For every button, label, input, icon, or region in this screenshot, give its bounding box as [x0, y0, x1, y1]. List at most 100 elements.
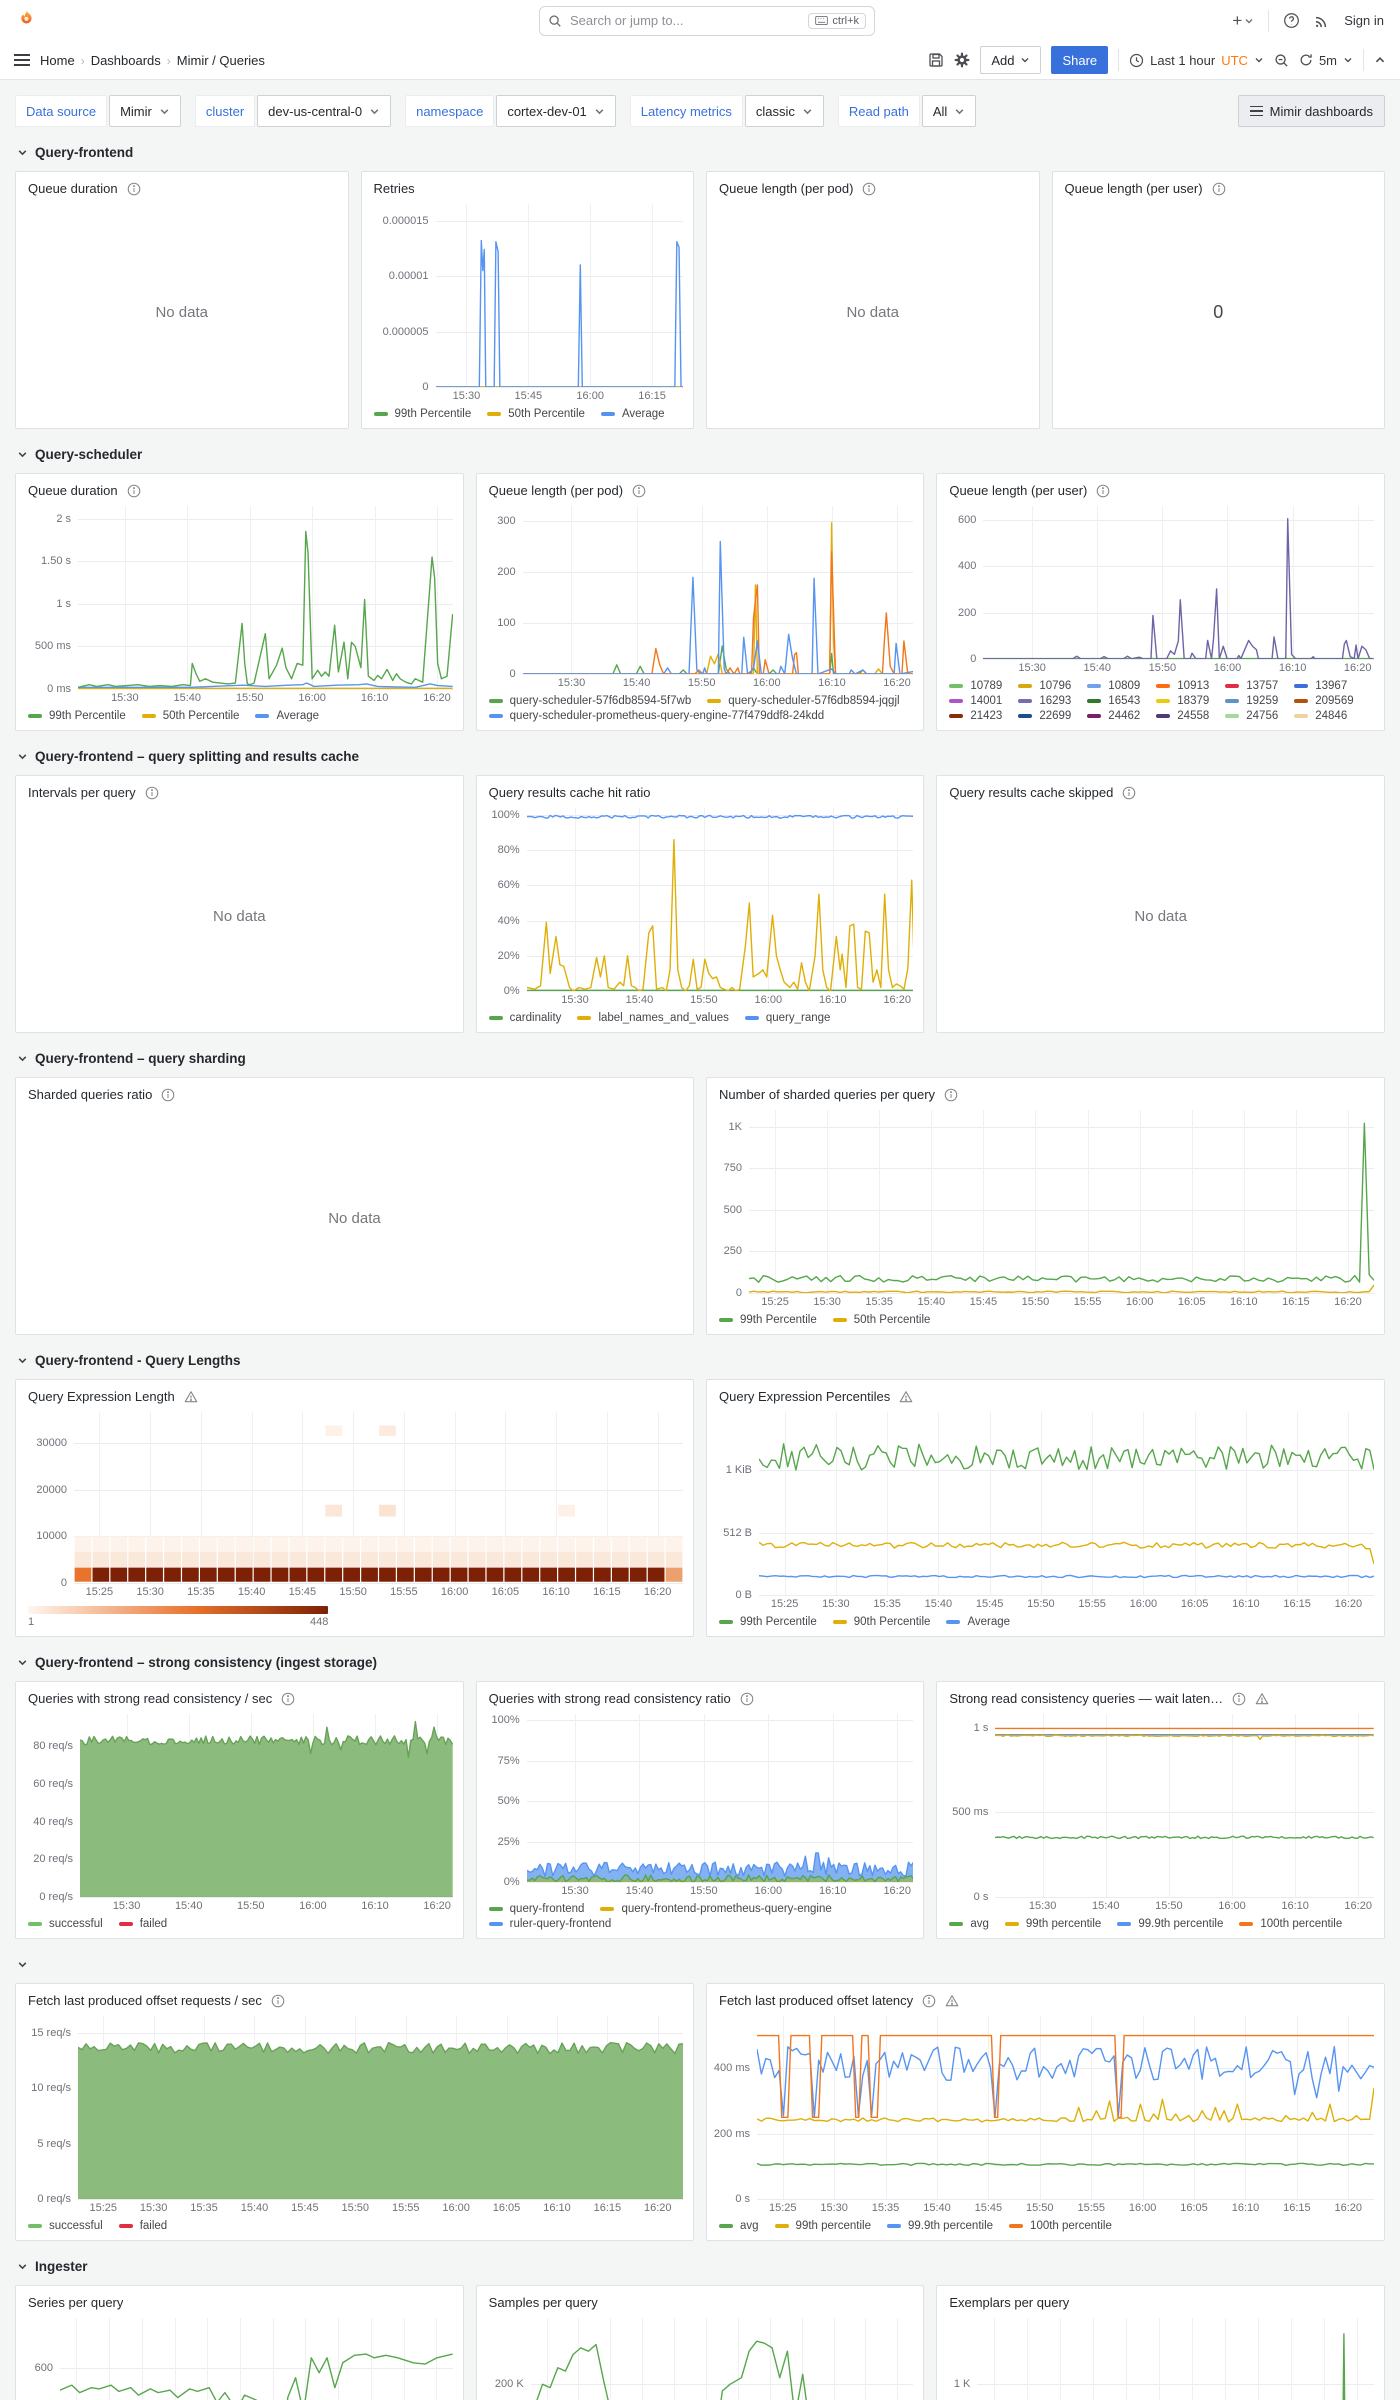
section-toggle[interactable]: Query-frontend – query splitting and res…	[17, 745, 1385, 767]
legend-item[interactable]: query-frontend	[488, 1903, 584, 1915]
panel-header[interactable]: Sharded queries ratio	[16, 1078, 693, 1106]
warning-icon[interactable]	[899, 1390, 913, 1404]
plot-area[interactable]	[522, 506, 914, 675]
info-icon[interactable]	[145, 786, 159, 800]
plot-area[interactable]	[80, 1714, 453, 1898]
legend-item[interactable]: 99th percentile	[1004, 1918, 1101, 1930]
panel-header[interactable]: Queue length (per user)	[1053, 172, 1385, 200]
legend-item[interactable]: ruler-query-frontend	[488, 1918, 611, 1930]
info-icon[interactable]	[1232, 1692, 1246, 1706]
info-icon[interactable]	[740, 1692, 754, 1706]
info-icon[interactable]	[922, 1994, 936, 2008]
time-range-picker[interactable]: Last 1 hour UTC	[1129, 53, 1264, 68]
legend-item[interactable]: successful	[28, 2220, 103, 2232]
plot-area[interactable]	[759, 1412, 1374, 1596]
info-icon[interactable]	[862, 182, 876, 196]
section-toggle[interactable]: Query-frontend	[17, 141, 1385, 163]
panel-header[interactable]: Retries	[362, 172, 694, 200]
legend-item[interactable]: 16293	[1018, 695, 1071, 707]
panel-header[interactable]: Fetch last produced offset requests / se…	[16, 1984, 693, 2012]
mimir-dashboards-button[interactable]: Mimir dashboards	[1237, 95, 1385, 127]
sign-in-button[interactable]: Sign in	[1344, 13, 1384, 28]
variable-label[interactable]: cluster	[194, 95, 256, 127]
panel-header[interactable]: Query results cache hit ratio	[477, 776, 924, 804]
variable-label[interactable]: Latency metrics	[629, 95, 743, 127]
legend-item[interactable]: 21423	[949, 710, 1002, 722]
legend-item[interactable]: query-scheduler-prometheus-query-engine-…	[488, 710, 824, 722]
info-icon[interactable]	[1212, 182, 1226, 196]
panel-header[interactable]: Series per query	[16, 2286, 463, 2314]
legend-item[interactable]: Average	[600, 408, 665, 420]
legend-item[interactable]: 10913	[1156, 680, 1209, 692]
zoom-out-icon[interactable]	[1274, 53, 1289, 68]
save-dashboard-icon[interactable]	[928, 52, 944, 68]
panel-header[interactable]: Queries with strong read consistency rat…	[477, 1682, 924, 1710]
panel-header[interactable]: Strong read consistency queries — wait l…	[937, 1682, 1384, 1710]
legend-item[interactable]: 10809	[1087, 680, 1140, 692]
warning-icon[interactable]	[1255, 1692, 1269, 1706]
plot-area[interactable]	[977, 2318, 1374, 2400]
settings-gear-icon[interactable]	[954, 52, 970, 68]
panel-header[interactable]: Exemplars per query	[937, 2286, 1384, 2314]
legend-item[interactable]: avg	[719, 2220, 759, 2232]
legend-item[interactable]: label_names_and_values	[577, 1012, 729, 1024]
info-icon[interactable]	[161, 1088, 175, 1102]
legend-item[interactable]: avg	[949, 1918, 989, 1930]
panel-header[interactable]: Number of sharded queries per query	[707, 1078, 1384, 1106]
variable-label[interactable]: Data source	[15, 95, 108, 127]
add-panel-button[interactable]: Add	[980, 46, 1042, 74]
legend-item[interactable]: 18379	[1156, 695, 1209, 707]
legend-item[interactable]: failed	[118, 2220, 167, 2232]
variable-label[interactable]: namespace	[405, 95, 495, 127]
legend-item[interactable]: 100th percentile	[1009, 2220, 1112, 2232]
plot-area[interactable]	[526, 1714, 914, 1883]
plot-area[interactable]	[530, 2318, 914, 2400]
legend-item[interactable]: query_range	[744, 1012, 830, 1024]
variable-value-dropdown[interactable]: Mimir	[109, 95, 181, 127]
legend-item[interactable]: 16543	[1087, 695, 1140, 707]
legend-item[interactable]: 22699	[1018, 710, 1071, 722]
legend-item[interactable]: 24756	[1225, 710, 1278, 722]
variable-label[interactable]: Read path	[837, 95, 920, 127]
section-toggle[interactable]: Ingester	[17, 2255, 1385, 2277]
info-icon[interactable]	[1096, 484, 1110, 498]
breadcrumb-home[interactable]: Home	[40, 53, 75, 68]
plot-area[interactable]	[983, 506, 1374, 660]
legend-item[interactable]: 99th Percentile	[719, 1314, 817, 1326]
variable-value-dropdown[interactable]: dev-us-central-0	[257, 95, 392, 127]
warning-icon[interactable]	[945, 1994, 959, 2008]
legend-item[interactable]: Average	[946, 1616, 1010, 1628]
panel-header[interactable]: Query Expression Length	[16, 1380, 693, 1408]
grafana-logo[interactable]	[16, 10, 38, 32]
help-icon[interactable]	[1283, 12, 1300, 29]
legend-item[interactable]: 24846	[1294, 710, 1347, 722]
plot-area[interactable]	[995, 1714, 1374, 1898]
variable-value-dropdown[interactable]: classic	[744, 95, 824, 127]
info-icon[interactable]	[127, 182, 141, 196]
plot-area[interactable]	[78, 506, 453, 690]
section-toggle[interactable]: Query-scheduler	[17, 443, 1385, 465]
section-toggle[interactable]: Query-frontend – query sharding	[17, 1047, 1385, 1069]
plot-area[interactable]	[60, 2318, 453, 2400]
panel-header[interactable]: Queue length (per user)	[937, 474, 1384, 502]
section-toggle[interactable]: Query-frontend – strong consistency (ing…	[17, 1651, 1385, 1673]
legend-item[interactable]: Average	[255, 710, 319, 722]
panel-header[interactable]: Queue length (per pod)	[707, 172, 1039, 200]
legend-item[interactable]: 50th Percentile	[141, 710, 239, 722]
share-button[interactable]: Share	[1051, 46, 1109, 74]
info-icon[interactable]	[271, 1994, 285, 2008]
panel-header[interactable]: Query results cache skipped	[937, 776, 1384, 804]
legend-item[interactable]: 19259	[1225, 695, 1278, 707]
info-icon[interactable]	[1122, 786, 1136, 800]
legend-item[interactable]: 100th percentile	[1239, 1918, 1342, 1930]
panel-header[interactable]: Query Expression Percentiles	[707, 1380, 1384, 1408]
news-icon[interactable]	[1314, 13, 1330, 29]
legend-item[interactable]: 99th Percentile	[719, 1616, 817, 1628]
panel-header[interactable]: Fetch last produced offset latency	[707, 1984, 1384, 2012]
panel-header[interactable]: Samples per query	[477, 2286, 924, 2314]
variable-value-dropdown[interactable]: cortex-dev-01	[496, 95, 616, 127]
plot-area[interactable]	[78, 2016, 683, 2200]
plot-area[interactable]	[435, 204, 683, 388]
panel-header[interactable]: Intervals per query	[16, 776, 463, 804]
legend-item[interactable]: 50th Percentile	[832, 1314, 930, 1326]
